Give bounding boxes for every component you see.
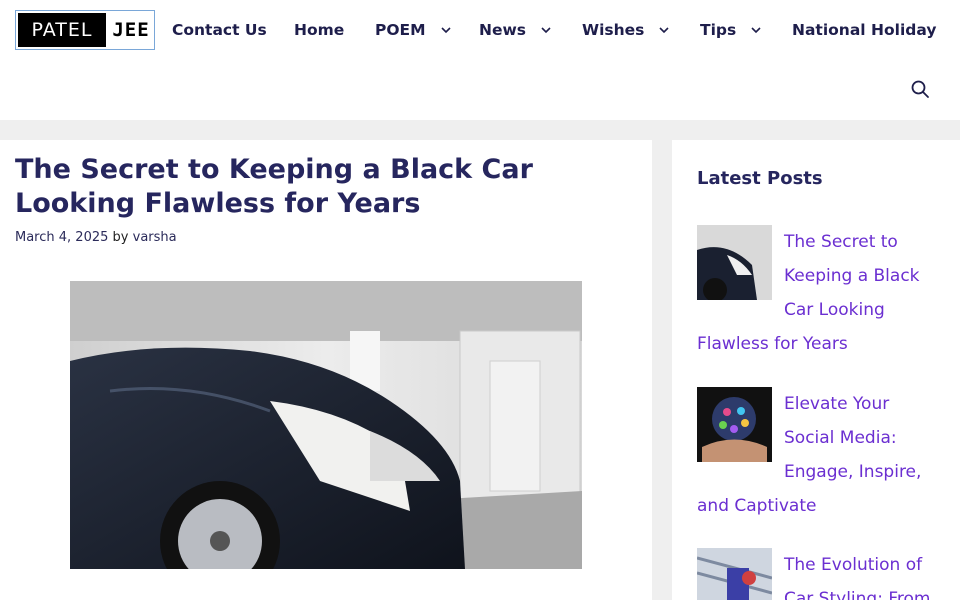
nav-item-news[interactable]: News <box>479 18 552 42</box>
nav-label: POEM <box>375 21 426 39</box>
featured-image <box>70 281 582 569</box>
site-header: PATEL JEE Contact Us Home POEM News Wish… <box>0 0 960 120</box>
nav-item-contact-us[interactable]: Contact Us <box>172 18 267 42</box>
latest-post-item: Elevate Your Social Media: Engage, Inspi… <box>697 387 937 523</box>
search-icon[interactable] <box>910 79 930 99</box>
nav-item-home[interactable]: Home <box>294 18 344 42</box>
logo-text-right: JEE <box>108 11 154 49</box>
latest-post-item: The Evolution of Car Styling: From <box>697 548 937 600</box>
nav-item-wishes[interactable]: Wishes <box>582 18 670 42</box>
chevron-down-icon <box>541 27 551 34</box>
post-author[interactable]: varsha <box>133 230 177 245</box>
byline-by: by <box>112 230 129 245</box>
nav-label: Tips <box>700 21 737 39</box>
site-logo[interactable]: PATEL JEE <box>15 10 155 50</box>
post-date[interactable]: March 4, 2025 <box>15 230 108 245</box>
post-thumbnail[interactable] <box>697 548 772 600</box>
post-thumbnail[interactable] <box>697 387 772 462</box>
sidebar-title: Latest Posts <box>697 168 823 189</box>
article-card: The Secret to Keeping a Black Car Lookin… <box>0 140 652 600</box>
chevron-down-icon <box>751 27 761 34</box>
nav-label: Wishes <box>582 21 645 39</box>
nav-label: News <box>479 21 527 39</box>
chevron-down-icon <box>440 27 451 34</box>
post-thumbnail[interactable] <box>697 225 772 300</box>
sidebar: Latest Posts The Secret to Keeping a Bla… <box>672 140 960 600</box>
article-meta: March 4, 2025 by varsha <box>15 230 177 245</box>
logo-text-left: PATEL <box>16 11 108 49</box>
article-title: The Secret to Keeping a Black Car Lookin… <box>15 154 533 219</box>
nav-label: Contact Us <box>172 21 267 39</box>
nav-item-national-holiday[interactable]: National Holiday <box>792 18 936 42</box>
nav-label: Home <box>294 21 345 39</box>
chevron-down-icon <box>659 27 669 34</box>
nav-item-tips[interactable]: Tips <box>700 18 762 42</box>
nav-label: National Holiday <box>792 21 937 39</box>
nav-item-poem[interactable]: POEM <box>375 18 452 42</box>
latest-post-item: The Secret to Keeping a Black Car Lookin… <box>697 225 937 361</box>
